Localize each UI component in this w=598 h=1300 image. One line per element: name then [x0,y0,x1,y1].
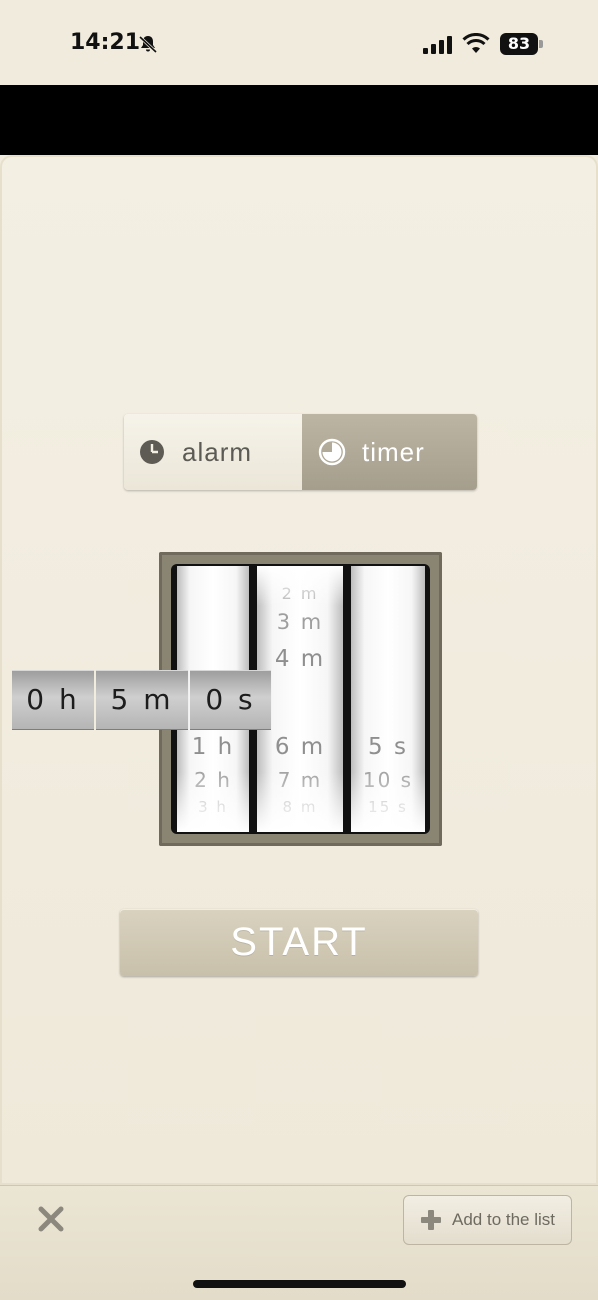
wheel-item: 6 m [274,734,326,760]
wheel-item: 15 s [368,798,408,816]
signal-icon [423,36,452,54]
wheel-item: 3 h [198,798,228,816]
status-time: 14:21 [70,30,141,55]
add-to-list-button[interactable]: Add to the list [403,1195,572,1245]
wheel-item: 8 m [282,798,318,816]
alarm-tab[interactable]: alarm [124,414,302,490]
wheel-item: 1 h [191,734,235,760]
wheel-item: 2 m [281,584,319,603]
timer-icon [318,438,346,466]
battery-indicator: 83 [500,33,544,55]
bell-slash-icon [138,35,158,54]
battery-level: 83 [507,34,531,53]
wheel-item: 2 h [194,768,232,792]
home-indicator[interactable] [193,1280,406,1288]
mode-selector: alarm timer [124,414,477,490]
status-bar: 14:21 83 [0,0,598,85]
wheel-item: 5 s [368,734,408,760]
start-button[interactable]: START [120,909,478,976]
close-icon[interactable] [36,1204,66,1234]
add-to-list-label: Add to the list [452,1210,556,1229]
plus-icon [421,1210,441,1230]
selected-hours: 0 h [12,670,94,730]
wheel-item: 3 m [276,610,324,634]
picker-selection-bar: 0 h 5 m 0 s [12,670,271,730]
clock-icon [140,440,164,464]
wheel-item: 7 m [277,768,323,792]
seconds-wheel[interactable]: 5 s 10 s 15 s [351,566,425,832]
timer-tab-label: timer [362,436,425,467]
selected-seconds: 0 s [190,670,271,730]
wifi-icon [462,33,490,53]
header-band [0,85,598,155]
wheel-item: 10 s [362,768,414,792]
alarm-tab-label: alarm [182,436,253,467]
selected-minutes: 5 m [96,670,188,730]
battery-tip [539,40,543,48]
timer-tab[interactable]: timer [302,414,477,490]
wheel-item: 4 m [274,646,326,672]
